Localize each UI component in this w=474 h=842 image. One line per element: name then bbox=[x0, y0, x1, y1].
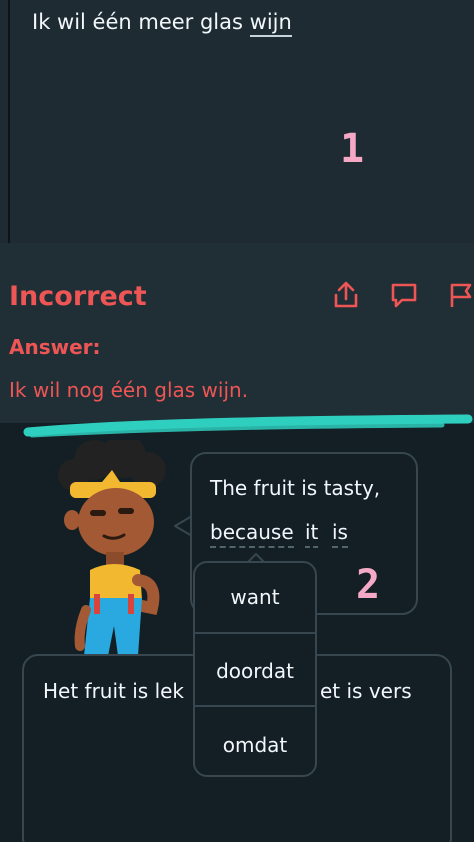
panel-border bbox=[8, 0, 10, 243]
share-icon[interactable] bbox=[330, 279, 362, 311]
word-options-dropdown: want doordat omdat bbox=[193, 561, 317, 777]
bubble-line-1: The fruit is tasty, bbox=[210, 476, 381, 500]
character-illustration bbox=[58, 440, 166, 656]
annotation-number-1: 1 bbox=[340, 126, 365, 172]
hint-word-is[interactable]: is bbox=[332, 520, 348, 548]
flag-icon[interactable] bbox=[446, 279, 474, 311]
option-divider bbox=[195, 705, 315, 707]
answer-label: Answer: bbox=[9, 335, 101, 359]
sentence-right-part: et is vers bbox=[320, 679, 412, 703]
annotation-number-2: 2 bbox=[356, 562, 381, 608]
sentence-left-part: Het fruit is lek bbox=[43, 679, 185, 703]
hint-word-because[interactable]: because bbox=[210, 520, 294, 548]
result-panel: Incorrect Answer: Ik wil nog één glas wi… bbox=[0, 243, 474, 423]
option-doordat[interactable]: doordat bbox=[195, 659, 315, 683]
prompt-highlighted-word[interactable]: wijn bbox=[249, 10, 292, 37]
option-omdat[interactable]: omdat bbox=[195, 733, 315, 757]
prompt-sentence: Ik wil één meer glas wijn bbox=[32, 10, 292, 37]
screen: Ik wil één meer glas wijn 1 Incorrect An… bbox=[0, 0, 474, 842]
result-title: Incorrect bbox=[9, 281, 147, 312]
option-divider bbox=[195, 632, 315, 634]
answer-text: Ik wil nog één glas wijn. bbox=[9, 378, 249, 402]
exercise-prompt-panel: Ik wil één meer glas wijn 1 bbox=[0, 0, 474, 243]
option-want[interactable]: want bbox=[195, 585, 315, 609]
comment-icon[interactable] bbox=[388, 279, 420, 311]
prompt-text: Ik wil één meer glas bbox=[32, 10, 250, 34]
hint-word-it[interactable]: it bbox=[305, 520, 319, 548]
